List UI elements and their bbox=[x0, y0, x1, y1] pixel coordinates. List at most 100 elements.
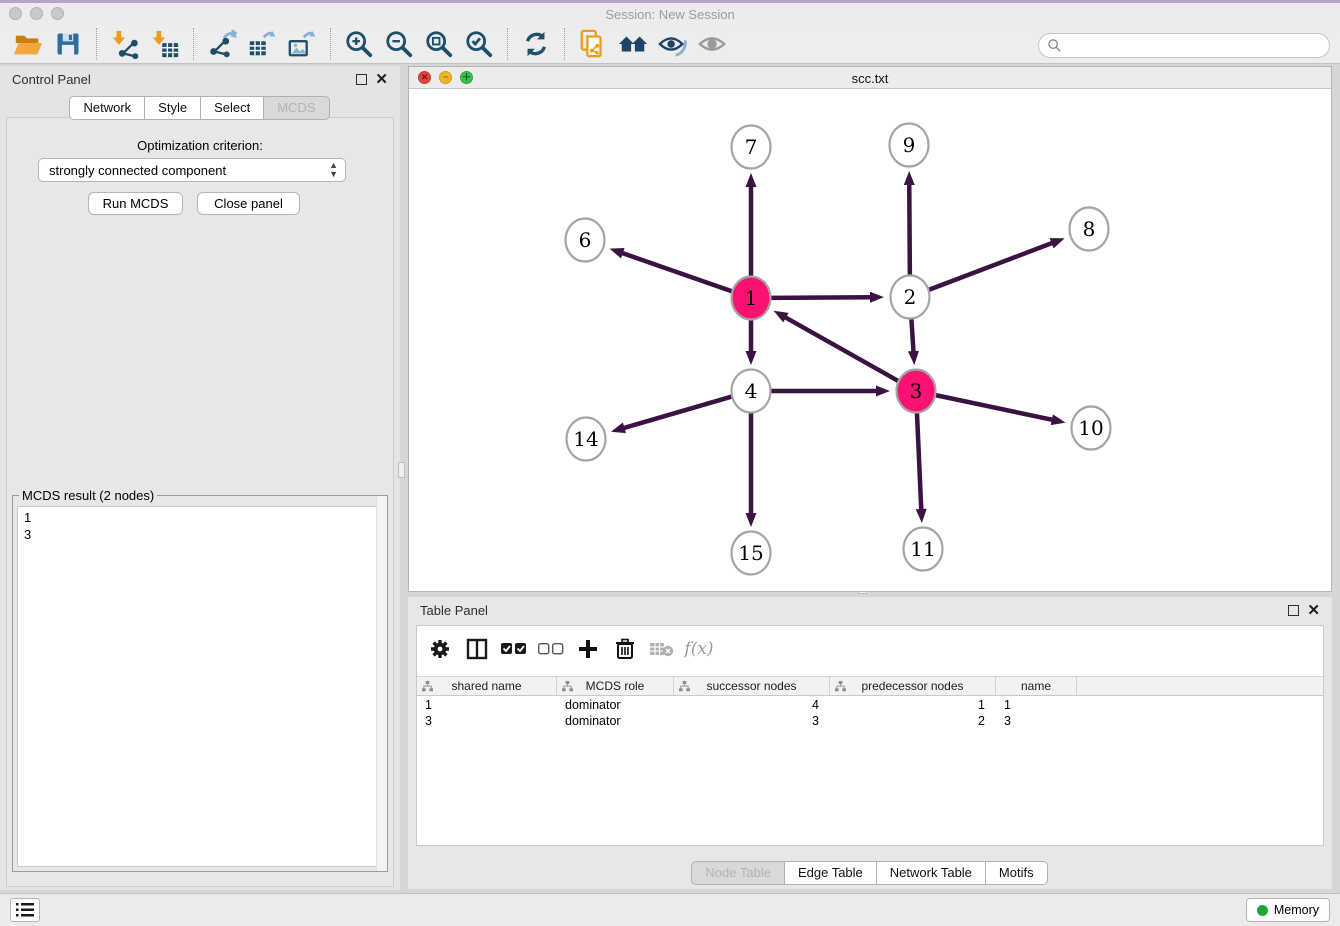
graph-node-7[interactable]: 7 bbox=[732, 126, 771, 169]
close-panel-button[interactable]: Close panel bbox=[197, 192, 300, 215]
zoom-in-icon[interactable] bbox=[342, 27, 376, 61]
float-table-panel-icon[interactable] bbox=[1288, 605, 1299, 616]
vertical-splitter-grip[interactable] bbox=[398, 462, 405, 478]
graph-node-6[interactable]: 6 bbox=[566, 219, 605, 262]
delete-table-icon[interactable] bbox=[649, 636, 675, 662]
tab-node-table[interactable]: Node Table bbox=[691, 861, 785, 885]
split-columns-icon[interactable] bbox=[464, 636, 490, 662]
table-body: 1dominator4113dominator323 bbox=[417, 697, 1323, 729]
add-column-icon[interactable] bbox=[575, 636, 601, 662]
export-table-icon[interactable] bbox=[245, 27, 279, 61]
close-panel-icon[interactable]: ✕ bbox=[375, 74, 388, 85]
copy-network-icon[interactable] bbox=[576, 27, 610, 61]
tab-network[interactable]: Network bbox=[69, 96, 145, 120]
tab-edge-table[interactable]: Edge Table bbox=[784, 861, 877, 885]
deselect-all-columns-icon[interactable] bbox=[538, 636, 564, 662]
titlebar[interactable]: Session: New Session bbox=[0, 3, 1340, 25]
graph-node-label: 11 bbox=[910, 537, 935, 561]
network-view-window[interactable]: ✕ − ＋ scc.txt 7 9 6 8 1 2 4 3 14 10 15 11 bbox=[408, 66, 1332, 592]
column-header-shared-name[interactable]: shared name bbox=[417, 677, 557, 695]
tab-select[interactable]: Select bbox=[200, 96, 264, 120]
tab-style[interactable]: Style bbox=[144, 96, 201, 120]
graph-node-label: 4 bbox=[745, 379, 758, 403]
toolbar-separator bbox=[330, 28, 331, 60]
column-type-icon bbox=[835, 681, 846, 692]
graph-edge-1-2[interactable] bbox=[771, 297, 873, 298]
select-all-columns-icon[interactable] bbox=[501, 636, 527, 662]
export-network-icon[interactable] bbox=[205, 27, 239, 61]
maximize-window-button[interactable] bbox=[51, 7, 64, 20]
column-header-predecessor-nodes[interactable]: predecessor nodes bbox=[830, 677, 996, 695]
delete-column-icon[interactable] bbox=[612, 636, 638, 662]
graph-edge-4-14[interactable] bbox=[622, 397, 732, 429]
graph-edge-arrowhead bbox=[870, 292, 884, 303]
zoom-selected-icon[interactable] bbox=[462, 27, 496, 61]
search-input[interactable] bbox=[1062, 38, 1312, 53]
tab-network-table[interactable]: Network Table bbox=[876, 861, 986, 885]
graph-edge-arrowhead bbox=[746, 513, 757, 527]
tab-motifs[interactable]: Motifs bbox=[985, 861, 1048, 885]
graph-node-2[interactable]: 2 bbox=[891, 276, 930, 319]
graph-node-15[interactable]: 15 bbox=[732, 532, 771, 575]
memory-button[interactable]: Memory bbox=[1246, 898, 1330, 922]
zoom-fit-icon[interactable] bbox=[422, 27, 456, 61]
graph-node-1[interactable]: 1 bbox=[732, 277, 771, 320]
network-window-titlebar[interactable]: ✕ − ＋ scc.txt bbox=[409, 67, 1331, 89]
import-table-icon[interactable] bbox=[148, 27, 182, 61]
save-session-icon[interactable] bbox=[51, 27, 85, 61]
toolbar-separator bbox=[507, 28, 508, 60]
graph-edge-3-10[interactable] bbox=[936, 395, 1055, 420]
memory-status-dot bbox=[1257, 905, 1268, 916]
graph-node-9[interactable]: 9 bbox=[890, 124, 929, 167]
column-header-name[interactable]: name bbox=[996, 677, 1077, 695]
graph-node-label: 15 bbox=[738, 541, 763, 565]
graph-edge-2-8[interactable] bbox=[929, 242, 1055, 290]
criterion-dropdown[interactable]: strongly connected component ▲▼ bbox=[38, 158, 346, 182]
column-header-successor-nodes[interactable]: successor nodes bbox=[674, 677, 830, 695]
graph-edge-2-3[interactable] bbox=[911, 317, 913, 354]
gear-icon[interactable] bbox=[427, 636, 453, 662]
window-title: Session: New Session bbox=[0, 7, 1340, 22]
table-header-row: shared nameMCDS rolesuccessor nodesprede… bbox=[417, 676, 1323, 696]
table-cell: dominator bbox=[557, 697, 674, 713]
zoom-out-icon[interactable] bbox=[382, 27, 416, 61]
graph-node-11[interactable]: 11 bbox=[904, 528, 943, 571]
mcds-result-title: MCDS result (2 nodes) bbox=[19, 488, 157, 503]
table-cell: 3 bbox=[674, 713, 830, 729]
table-panel-header: Table Panel ✕ bbox=[408, 597, 1332, 623]
search-field[interactable] bbox=[1038, 33, 1330, 58]
table-cell: 1 bbox=[996, 697, 1077, 713]
column-header-mcds-role[interactable]: MCDS role bbox=[557, 677, 674, 695]
graph-node-8[interactable]: 8 bbox=[1070, 208, 1109, 251]
graph-node-14[interactable]: 14 bbox=[567, 418, 606, 461]
graph-edge-1-6[interactable] bbox=[620, 252, 732, 291]
float-panel-icon[interactable] bbox=[356, 74, 367, 85]
graph-edge-3-1[interactable] bbox=[783, 316, 898, 381]
open-session-icon[interactable] bbox=[11, 27, 45, 61]
graph-node-4[interactable]: 4 bbox=[732, 370, 771, 413]
show-details-icon[interactable] bbox=[696, 27, 730, 61]
graph-node-label: 2 bbox=[904, 285, 917, 309]
minimize-window-button[interactable] bbox=[30, 7, 43, 20]
close-window-button[interactable] bbox=[9, 7, 22, 20]
export-image-icon[interactable] bbox=[285, 27, 319, 61]
function-builder-icon[interactable]: f(x) bbox=[686, 636, 712, 662]
graph-edge-2-9[interactable] bbox=[909, 182, 910, 277]
refresh-layout-icon[interactable] bbox=[519, 27, 553, 61]
graph-node-3[interactable]: 3 bbox=[897, 370, 936, 413]
table-row[interactable]: 3dominator323 bbox=[417, 713, 1323, 729]
task-history-button[interactable] bbox=[10, 898, 40, 922]
close-table-panel-icon[interactable]: ✕ bbox=[1307, 605, 1320, 616]
graph-svg[interactable]: 7 9 6 8 1 2 4 3 14 10 15 11 bbox=[409, 89, 1331, 591]
table-row[interactable]: 1dominator411 bbox=[417, 697, 1323, 713]
tab-mcds[interactable]: MCDS bbox=[263, 96, 329, 120]
import-network-icon[interactable] bbox=[108, 27, 142, 61]
run-mcds-button[interactable]: Run MCDS bbox=[88, 192, 183, 215]
hide-details-icon[interactable] bbox=[656, 27, 690, 61]
home-networks-icon[interactable] bbox=[616, 27, 650, 61]
result-scrollbar[interactable] bbox=[376, 496, 387, 871]
graph-node-10[interactable]: 10 bbox=[1072, 407, 1111, 450]
mcds-result-text[interactable]: 1 3 bbox=[17, 506, 383, 867]
control-panel: Control Panel ✕ NetworkStyleSelectMCDS O… bbox=[0, 66, 400, 890]
graph-edge-3-11[interactable] bbox=[917, 411, 921, 512]
